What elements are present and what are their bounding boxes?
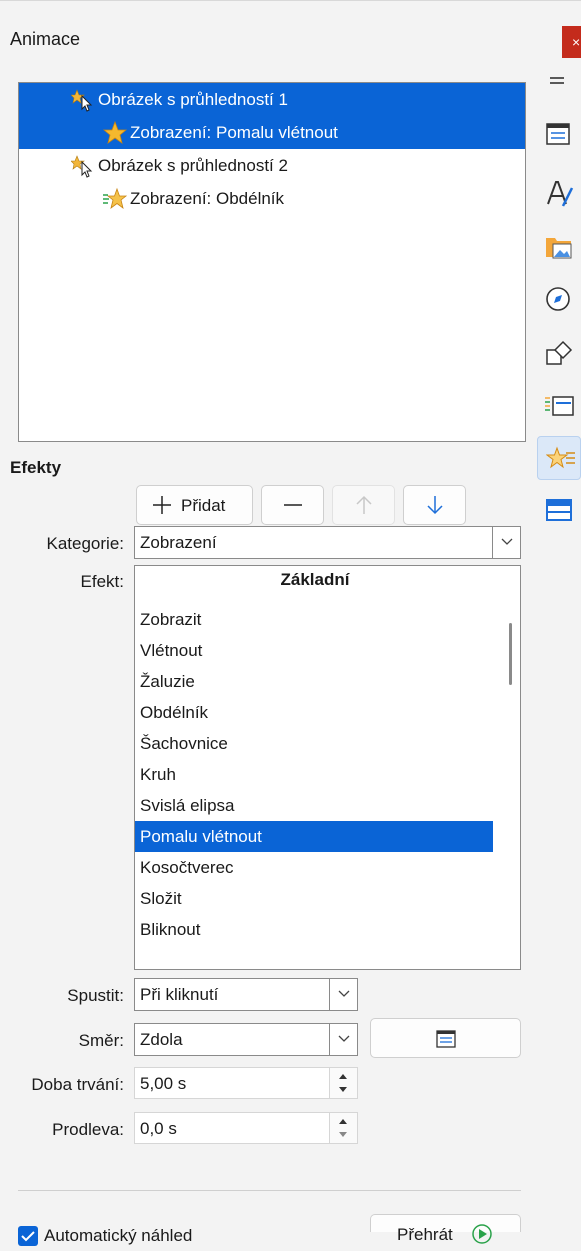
effect-list-item[interactable]: Kruh (135, 759, 493, 790)
checkmark-icon (21, 1231, 35, 1242)
sidebar-animation-button[interactable] (537, 436, 581, 480)
effect-label: Efekt: (80, 572, 124, 591)
effect-list-item[interactable]: Žaluzie (135, 666, 493, 697)
animation-list-item[interactable]: Zobrazení: Obdélník (19, 182, 525, 215)
properties-icon (546, 123, 570, 145)
effect-list-scrollbar[interactable] (509, 623, 512, 685)
start-label: Spustit: (67, 986, 124, 1005)
plus-icon (153, 496, 171, 514)
animation-effect-label: Zobrazení: Pomalu vlétnout (130, 123, 338, 142)
sidebar-deck (535, 62, 581, 622)
effect-list-item[interactable]: Šachovnice (135, 728, 493, 759)
star-icon (102, 120, 128, 145)
effect-listbox[interactable]: Základní Zobrazit Vlétnout Žaluzie Obdél… (134, 565, 521, 970)
menu-icon (550, 77, 564, 84)
start-value: Při kliknutí (140, 985, 219, 1004)
sidebar-slide-transition-button[interactable] (537, 384, 581, 428)
chevron-down-icon (492, 527, 520, 558)
remove-effect-button[interactable] (261, 485, 324, 525)
arrow-up-icon (356, 495, 372, 514)
duration-label: Doba trvání: (31, 1075, 124, 1094)
star-lines-icon (103, 187, 128, 211)
spin-arrows-icon[interactable] (329, 1068, 357, 1098)
gallery-icon (546, 238, 572, 259)
slide-transition-icon (545, 396, 574, 416)
effect-list-item[interactable]: Zobrazit (135, 604, 493, 635)
add-effect-label: Přidat (181, 496, 226, 515)
section-divider (18, 1190, 521, 1191)
chevron-down-icon (329, 1024, 357, 1055)
panel-title: Animace (10, 29, 81, 49)
animation-list[interactable]: Obrázek s průhledností 1 Zobrazení: Poma… (18, 82, 526, 442)
add-effect-button[interactable]: Přidat (136, 485, 253, 525)
effect-list-item[interactable]: Vlétnout (135, 635, 493, 666)
play-button[interactable]: Přehrát (370, 1214, 521, 1244)
effect-list-item[interactable]: Svislá elipsa (135, 790, 493, 821)
animation-icon (546, 446, 575, 469)
category-label: Kategorie: (46, 534, 125, 553)
effect-group-header: Základní (280, 570, 350, 589)
delay-label: Prodleva: (52, 1120, 124, 1139)
autopreview-label: Automatický náhled (44, 1226, 193, 1245)
styles-icon (547, 181, 574, 207)
direction-dropdown[interactable]: Zdola (134, 1023, 358, 1056)
direction-value: Zdola (140, 1030, 183, 1049)
effect-list-item[interactable]: Kosočtverec (135, 852, 493, 883)
cursor-star-icon (70, 88, 95, 112)
cursor-star-icon (70, 154, 95, 178)
spin-arrows-icon[interactable] (329, 1113, 357, 1143)
chevron-down-icon (329, 979, 357, 1010)
animation-list-item[interactable]: Obrázek s průhledností 2 (19, 149, 525, 182)
move-up-button[interactable] (332, 485, 395, 525)
category-dropdown[interactable]: Zobrazení (134, 526, 521, 559)
category-value: Zobrazení (140, 533, 217, 552)
duration-value: 5,00 s (140, 1074, 187, 1093)
master-slides-icon (546, 499, 572, 521)
effect-list-item[interactable]: Bliknout (135, 914, 493, 945)
sidebar-properties-button[interactable] (537, 112, 581, 156)
sidebar-menu-button[interactable] (537, 62, 581, 106)
sidebar-styles-button[interactable] (537, 170, 581, 214)
animation-list-item[interactable]: Zobrazení: Pomalu vlétnout (19, 116, 525, 149)
delay-value: 0,0 s (140, 1119, 177, 1138)
play-icon (472, 1224, 492, 1244)
duration-spinbox[interactable]: 5,00 s (134, 1067, 358, 1099)
animation-shape-label: Obrázek s průhledností 1 (98, 90, 288, 109)
sidebar-gallery-button[interactable] (537, 224, 581, 268)
start-dropdown[interactable]: Při kliknutí (134, 978, 358, 1011)
effect-list-item[interactable]: Složit (135, 883, 493, 914)
animation-effect-label: Zobrazení: Obdélník (130, 189, 285, 208)
shapes-icon (546, 340, 573, 365)
direction-label: Směr: (78, 1031, 124, 1050)
play-label: Přehrát (397, 1225, 453, 1244)
animation-list-item[interactable]: Obrázek s průhledností 1 (19, 83, 525, 116)
properties-icon (436, 1030, 456, 1048)
arrow-down-icon (427, 496, 443, 515)
effect-options-button[interactable] (370, 1018, 521, 1058)
effect-list-item[interactable]: Obdélník (135, 697, 493, 728)
effects-section-title: Efekty (10, 458, 62, 477)
minus-icon (284, 504, 302, 506)
sidebar-master-slides-button[interactable] (537, 488, 581, 532)
move-down-button[interactable] (403, 485, 466, 525)
sidebar-shapes-button[interactable] (537, 330, 581, 374)
navigator-icon (546, 287, 570, 311)
effect-list-item-selected[interactable]: Pomalu vlétnout (135, 821, 493, 852)
close-button[interactable]: × (562, 26, 581, 58)
delay-spinbox[interactable]: 0,0 s (134, 1112, 358, 1144)
animation-shape-label: Obrázek s průhledností 2 (98, 156, 288, 175)
sidebar-navigator-button[interactable] (537, 278, 581, 322)
panel-titlebar: Animace × (0, 0, 581, 82)
autopreview-checkbox[interactable] (18, 1226, 38, 1246)
